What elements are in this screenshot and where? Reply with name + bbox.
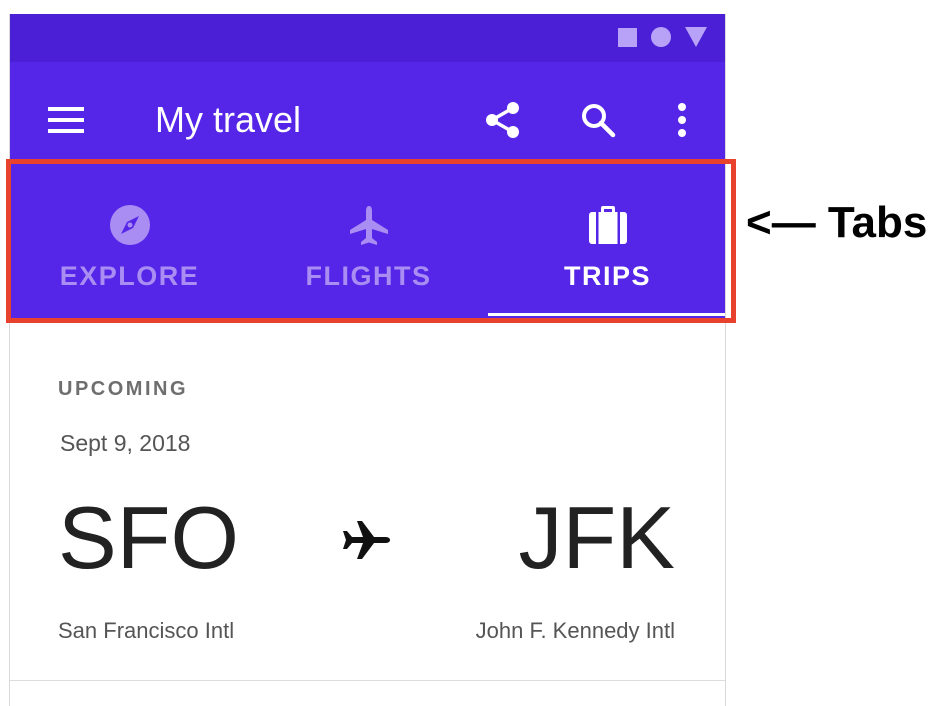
more-vert-icon[interactable]	[662, 100, 702, 140]
status-icons	[618, 27, 707, 47]
divider	[10, 680, 725, 681]
app-bar: My travel	[10, 62, 725, 173]
airplane-icon	[340, 518, 392, 562]
tabs-callout-label: <— Tabs	[746, 198, 928, 247]
status-square-icon	[618, 27, 637, 47]
trip-date: Sept 9, 2018	[60, 430, 191, 456]
share-icon[interactable]	[483, 100, 523, 140]
status-triangle-icon	[685, 27, 707, 47]
destination-airport-name: John F. Kennedy Intl	[475, 618, 675, 643]
origin-airport-code: SFO	[58, 488, 239, 587]
trip-card[interactable]: UPCOMING Sept 9, 2018 SFO JFK San Franci…	[10, 318, 725, 706]
search-icon[interactable]	[578, 100, 618, 140]
app-title: My travel	[155, 99, 302, 140]
phone-screen: My travel EXPLORE FLIGHTS TRIPS UPCOMING…	[9, 14, 726, 706]
destination-airport-code: JFK	[518, 488, 675, 587]
origin-airport-name: San Francisco Intl	[58, 618, 235, 643]
menu-icon[interactable]	[46, 100, 86, 140]
section-label-upcoming: UPCOMING	[58, 378, 188, 400]
status-circle-icon	[651, 27, 671, 47]
tabs-highlight-box	[6, 159, 736, 323]
status-bar	[10, 14, 725, 62]
